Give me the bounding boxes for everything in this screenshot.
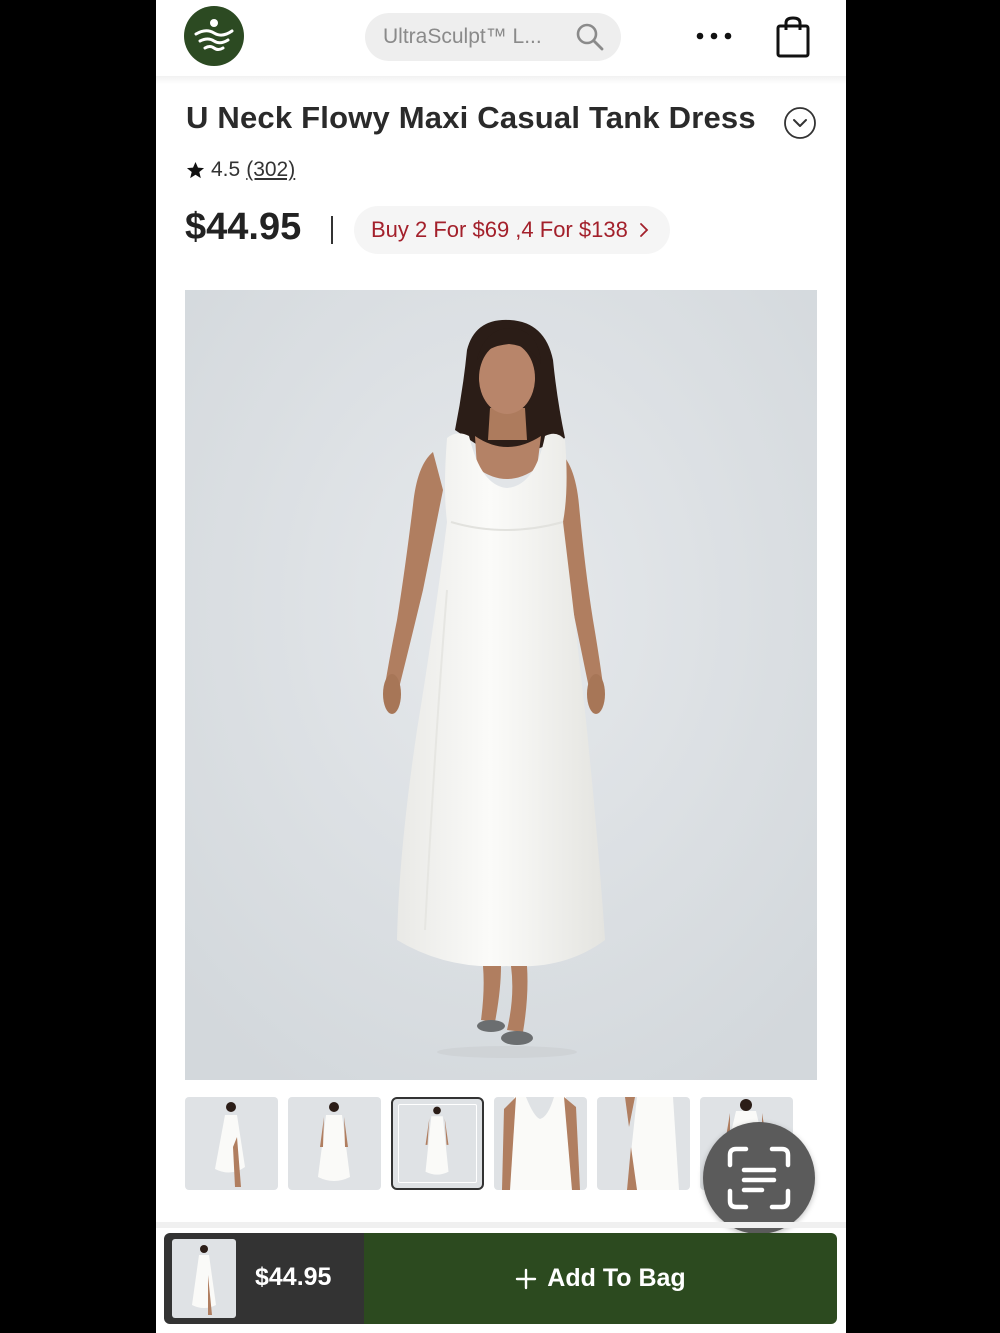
add-to-bag-button[interactable]: Add To Bag xyxy=(364,1233,837,1324)
product-page: UltraSculpt™ L... U Neck Flowy Maxi Casu… xyxy=(156,0,846,1333)
plus-icon xyxy=(516,1268,537,1289)
chevron-down-circle-icon[interactable] xyxy=(783,106,817,140)
review-count-link[interactable]: (302) xyxy=(246,158,295,182)
bar-product-thumbnail xyxy=(172,1239,236,1318)
brand-logo-icon[interactable] xyxy=(184,6,244,66)
thumbnail-1[interactable] xyxy=(185,1097,278,1190)
thumbnail-5[interactable] xyxy=(597,1097,690,1190)
add-to-bag-label: Add To Bag xyxy=(547,1264,686,1292)
sticky-add-to-bag-bar: $44.95 Add To Bag xyxy=(164,1233,837,1324)
thumbnail-4[interactable] xyxy=(494,1097,587,1190)
search-icon[interactable] xyxy=(575,22,605,52)
bar-summary: $44.95 xyxy=(164,1233,364,1324)
visual-search-button[interactable] xyxy=(703,1122,815,1234)
promo-text: Buy 2 For $69 ,4 For $138 xyxy=(371,217,628,242)
top-header: UltraSculpt™ L... xyxy=(156,0,846,76)
thumbnail-2[interactable] xyxy=(288,1097,381,1190)
more-dots-icon[interactable] xyxy=(694,26,734,46)
product-rating: 4.5 (302) xyxy=(186,158,295,182)
scan-text-icon xyxy=(727,1146,791,1210)
bottom-divider xyxy=(156,1222,846,1228)
promo-badge[interactable]: Buy 2 For $69 ,4 For $138 xyxy=(354,206,670,254)
product-price: $44.95 xyxy=(185,206,302,248)
header-divider xyxy=(156,76,846,84)
search-input[interactable]: UltraSculpt™ L... xyxy=(383,25,575,49)
product-title: U Neck Flowy Maxi Casual Tank Dress xyxy=(186,100,756,135)
search-bar[interactable]: UltraSculpt™ L... xyxy=(365,13,621,61)
bar-price: $44.95 xyxy=(255,1263,332,1291)
rating-value: 4.5 xyxy=(211,158,241,181)
shopping-bag-icon[interactable] xyxy=(776,16,810,58)
chevron-right-icon xyxy=(639,223,649,237)
star-icon xyxy=(186,161,205,178)
main-product-image[interactable] xyxy=(185,290,817,1080)
thumbnail-strip xyxy=(185,1097,793,1192)
price-separator xyxy=(331,216,333,244)
thumbnail-3-active[interactable] xyxy=(391,1097,484,1190)
